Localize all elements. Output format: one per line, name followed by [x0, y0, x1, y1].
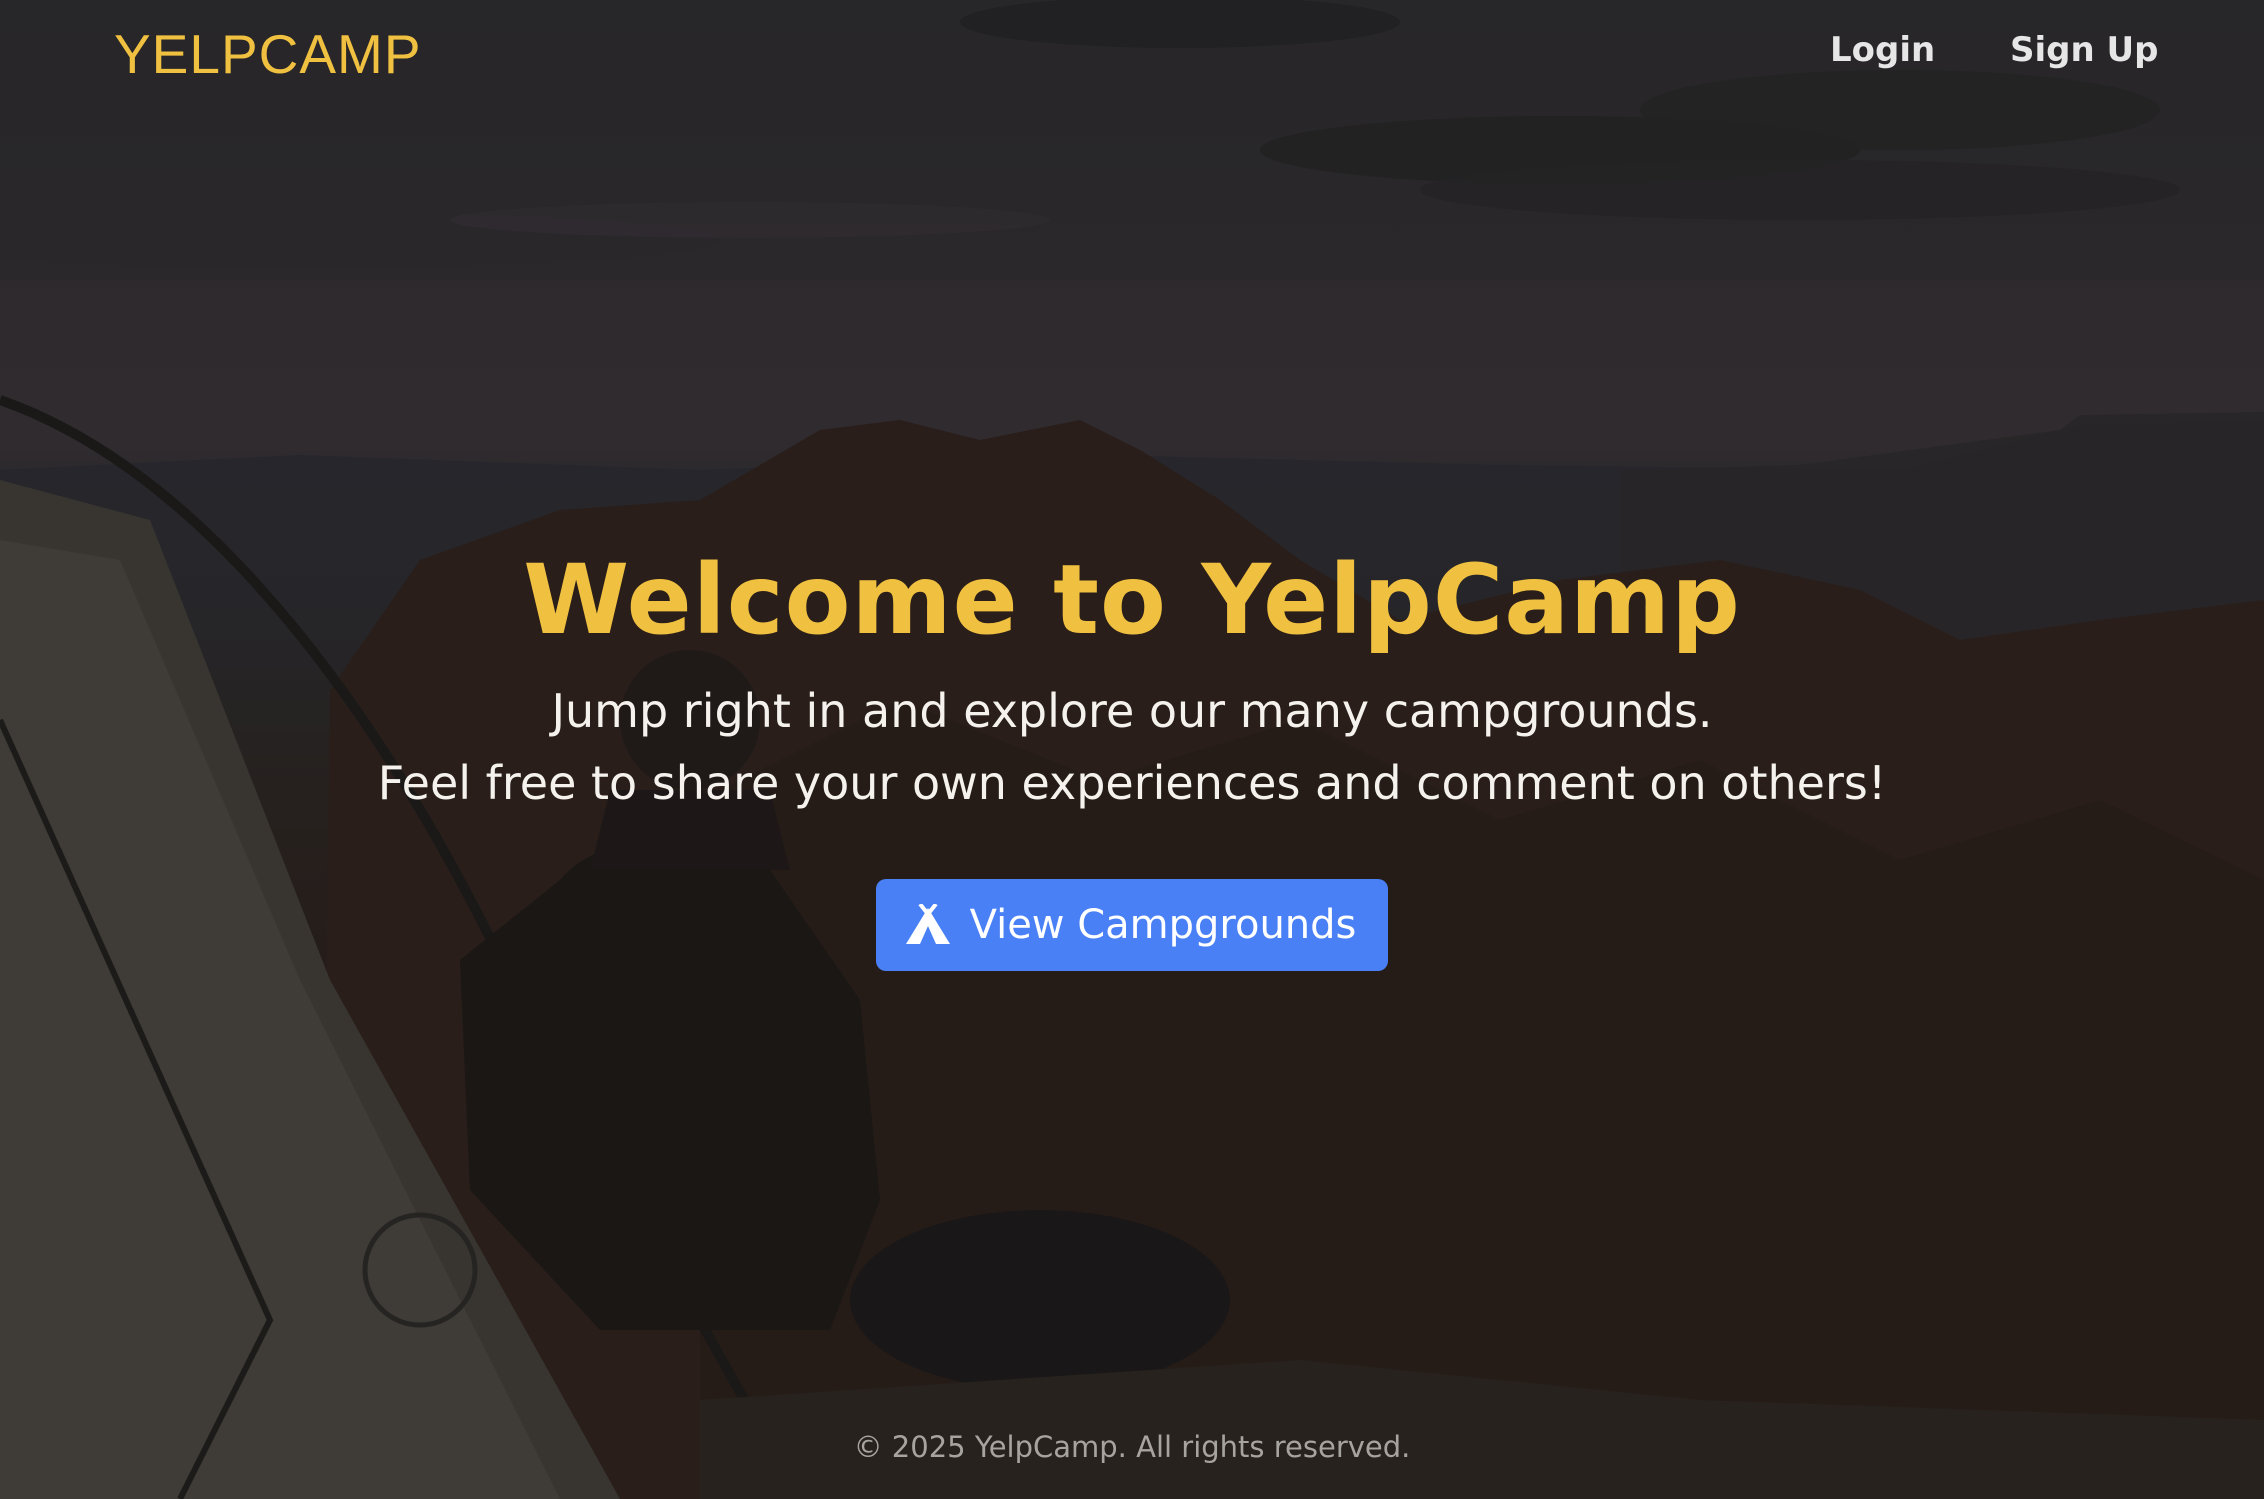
view-campgrounds-button[interactable]: View Campgrounds — [875, 879, 1389, 971]
hero-subtitle-line-1: Jump right in and explore our many campg… — [551, 684, 1713, 738]
view-campgrounds-label: View Campgrounds — [969, 902, 1357, 948]
hero-section: Welcome to YelpCamp Jump right in and ex… — [0, 535, 2264, 971]
brand-logo[interactable]: YELPCAMP — [114, 22, 422, 86]
landing-page: YELPCAMP Login Sign Up Welcome to YelpCa… — [0, 0, 2264, 1499]
hero-title: Welcome to YelpCamp — [523, 544, 1741, 656]
top-navbar: YELPCAMP Login Sign Up — [0, 0, 2264, 110]
hero-subtitle-line-2: Feel free to share your own experiences … — [377, 756, 1887, 810]
login-link[interactable]: Login — [1830, 30, 1935, 70]
signup-link[interactable]: Sign Up — [2010, 30, 2158, 70]
tent-icon — [905, 904, 950, 944]
footer-copyright: © 2025 YelpCamp. All rights reserved. — [853, 1430, 1411, 1464]
